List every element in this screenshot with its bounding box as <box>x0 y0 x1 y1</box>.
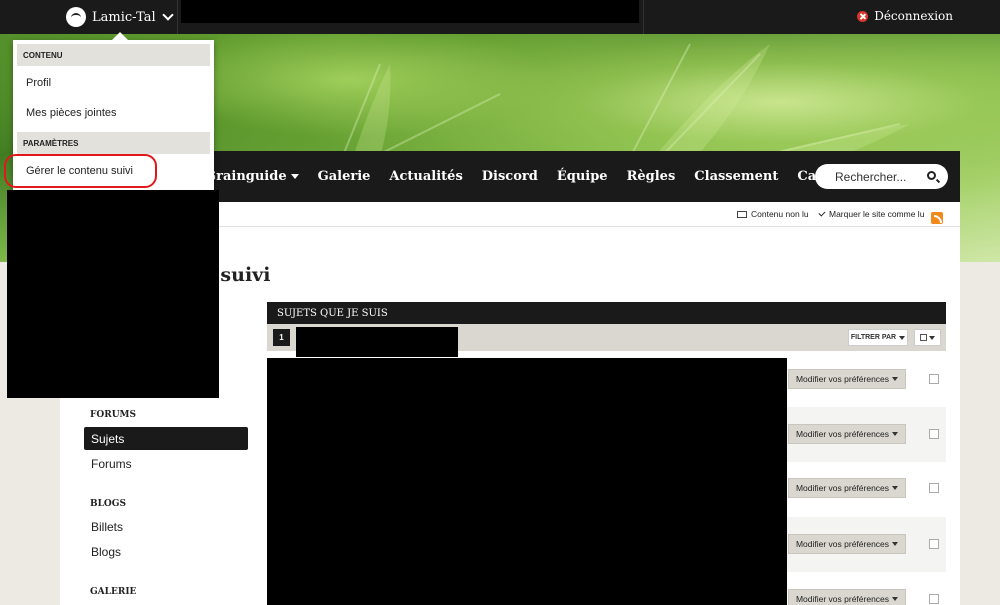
button-label: Modifier vos préférences <box>795 594 890 604</box>
nav-item-actualites[interactable]: Actualités <box>389 169 462 184</box>
caret-down-icon <box>892 486 899 490</box>
nav-label: Grainguide <box>205 169 287 184</box>
row-checkbox[interactable] <box>929 539 939 549</box>
button-label: Modifier vos préférences <box>795 539 890 549</box>
divider <box>177 0 178 34</box>
menu-heading-settings: PARAMÈTRES <box>17 132 210 154</box>
chevron-down-icon <box>161 9 174 21</box>
sidebar-item-label: Forums <box>91 456 132 471</box>
nav-label: Règles <box>626 169 676 184</box>
caret-down-icon <box>892 542 899 546</box>
edit-preferences-button[interactable]: Modifier vos préférences <box>788 478 906 498</box>
user-menu-toggle[interactable]: Lamic-Tal <box>66 6 174 28</box>
caret-down-icon <box>892 597 899 601</box>
sidebar-heading-galerie: GALERIE <box>90 587 137 597</box>
menu-item-attachments[interactable]: Mes pièces jointes <box>26 107 117 119</box>
sidebar-item-label: Billets <box>91 519 124 534</box>
button-label: Modifier vos préférences <box>795 374 890 384</box>
row-checkbox[interactable] <box>929 429 939 439</box>
mark-read-label: Marquer le site comme lu <box>829 209 925 219</box>
nav-label: Galerie <box>317 169 371 184</box>
topics-toolbar: 1 FILTRER PAR <box>267 324 946 357</box>
search-placeholder: Rechercher... <box>835 169 907 184</box>
menu-heading-content: CONTENU <box>17 44 210 66</box>
nav-item-equipe[interactable]: Équipe <box>557 169 608 184</box>
sidebar-item-forums[interactable]: Forums <box>84 452 248 475</box>
edit-preferences-button[interactable]: Modifier vos préférences <box>788 534 906 554</box>
username: Lamic-Tal <box>92 9 156 25</box>
nav-item-regles[interactable]: Règles <box>627 169 676 184</box>
sidebar-item-label: Sujets <box>91 431 125 446</box>
button-label: Modifier vos préférences <box>795 483 890 493</box>
unread-content-link[interactable]: Contenu non lu <box>737 209 809 219</box>
nav-items: Grainguide Galerie Actualités Discord Éq… <box>205 151 896 202</box>
close-circle-icon <box>857 10 869 22</box>
caret-down-icon <box>899 335 906 340</box>
check-icon <box>818 209 826 217</box>
caret-down-icon <box>892 432 899 436</box>
sidebar-heading-blogs: BLOGS <box>90 499 126 509</box>
sidebar-heading-forums: FORUMS <box>90 410 137 420</box>
redacted-area <box>7 190 219 398</box>
nav-label: Actualités <box>389 169 463 184</box>
edit-preferences-button[interactable]: Modifier vos préférences <box>788 589 906 605</box>
nav-item-galerie[interactable]: Galerie <box>318 169 371 184</box>
topics-header: SUJETS QUE JE SUIS <box>267 302 946 324</box>
unread-icon <box>737 210 747 218</box>
divider <box>643 0 644 34</box>
edit-preferences-button[interactable]: Modifier vos préférences <box>788 424 906 444</box>
logout-button[interactable]: Déconnexion <box>857 9 953 23</box>
menu-item-profile[interactable]: Profil <box>26 77 51 89</box>
rss-icon[interactable] <box>931 212 943 224</box>
nav-label: Classement <box>694 169 779 184</box>
nav-label: Discord <box>481 169 538 184</box>
select-all-button[interactable] <box>914 329 941 346</box>
top-bar: Lamic-Tal Déconnexion <box>0 0 1000 34</box>
avatar <box>66 7 86 27</box>
highlight-annotation <box>4 154 157 188</box>
nav-label: Équipe <box>556 169 608 184</box>
row-checkbox[interactable] <box>929 483 939 493</box>
row-checkbox[interactable] <box>929 374 939 384</box>
caret-down-icon <box>290 174 299 179</box>
checkbox-icon <box>920 334 927 341</box>
sidebar-item-label: Blogs <box>91 544 122 559</box>
logout-label: Déconnexion <box>874 9 953 23</box>
edit-preferences-button[interactable]: Modifier vos préférences <box>788 369 906 389</box>
row-checkbox[interactable] <box>929 594 939 604</box>
caret-down-icon <box>929 335 935 340</box>
nav-item-classement[interactable]: Classement <box>694 169 778 184</box>
page-number-button[interactable]: 1 <box>273 329 290 346</box>
search-icon[interactable] <box>927 171 936 180</box>
redacted-area <box>267 358 787 605</box>
caret-down-icon <box>892 377 899 381</box>
nav-item-discord[interactable]: Discord <box>482 169 538 184</box>
search-input[interactable]: Rechercher... <box>815 164 948 189</box>
sidebar-item-blogs[interactable]: Blogs <box>84 540 248 563</box>
nav-item-grainguide[interactable]: Grainguide <box>205 169 299 184</box>
redacted-area <box>181 0 639 23</box>
unread-label: Contenu non lu <box>751 209 809 219</box>
mark-site-read-link[interactable]: Marquer le site comme lu <box>818 209 925 219</box>
filter-button[interactable]: FILTRER PAR <box>848 329 908 346</box>
sidebar-item-sujets[interactable]: Sujets <box>84 427 248 450</box>
sidebar-item-billets[interactable]: Billets <box>84 515 248 538</box>
button-label: Modifier vos préférences <box>795 429 890 439</box>
filter-label: FILTRER PAR <box>850 334 897 341</box>
